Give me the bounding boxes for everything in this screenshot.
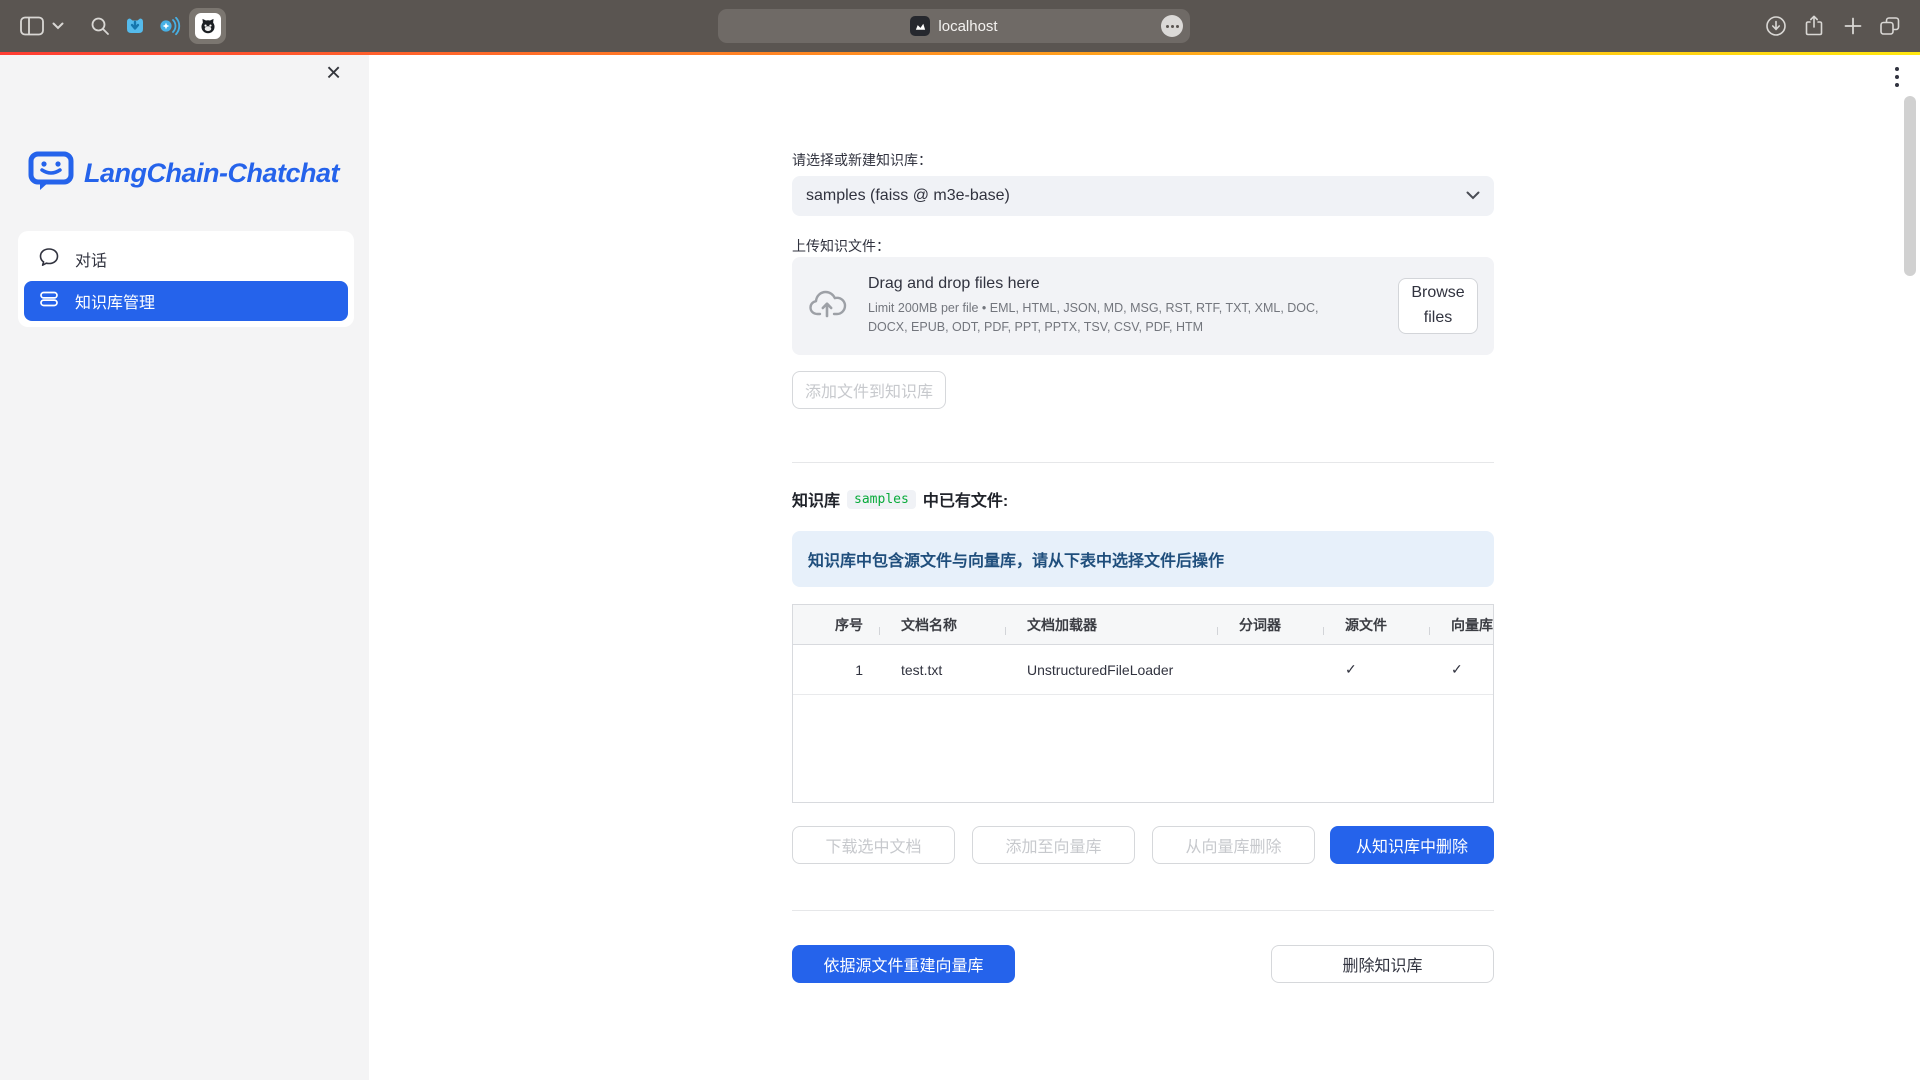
kb-heading-suffix: 中已有文件: xyxy=(923,487,1008,511)
col-header-name[interactable]: 文档名称 xyxy=(879,615,1005,635)
cell-index: 1 xyxy=(793,662,879,678)
col-header-source[interactable]: 源文件 xyxy=(1323,615,1429,635)
share-icon[interactable] xyxy=(1803,14,1825,38)
app-logo: LangChain-Chatchat xyxy=(28,149,339,198)
kb-selectbox-value: samples (faiss @ m3e-base) xyxy=(806,187,1010,205)
scrollbar-thumb[interactable] xyxy=(1904,96,1916,276)
rebuild-vector-store-button[interactable]: 依据源文件重建向量库 xyxy=(792,945,1015,983)
table-header-row: 序号 文档名称 文档加载器 分词器 源文件 向量库 xyxy=(793,605,1493,645)
delete-from-kb-button[interactable]: 从知识库中删除 xyxy=(1330,826,1494,864)
sidebar: × LangChain-Chatchat 对话 xyxy=(0,55,369,1080)
add-files-button[interactable]: 添加文件到知识库 xyxy=(792,371,946,409)
logo-text: LangChain-Chatchat xyxy=(84,158,339,189)
download-selected-button[interactable]: 下载选中文档 xyxy=(792,826,955,864)
cell-name: test.txt xyxy=(879,662,1005,678)
col-header-vector[interactable]: 向量库 xyxy=(1429,615,1493,635)
kb-heading-prefix: 知识库 xyxy=(792,487,840,511)
kb-files-table: 序号 文档名称 文档加载器 分词器 源文件 向量库 1 test.txt Uns… xyxy=(792,604,1494,803)
browser-toolbar: localhost xyxy=(0,0,1920,52)
uploader-label: 上传知识文件： xyxy=(792,236,890,256)
cloud-upload-icon xyxy=(808,287,850,326)
table-row[interactable]: 1 test.txt UnstructuredFileLoader ✓ ✓ xyxy=(793,645,1493,695)
delete-from-vector-button[interactable]: 从向量库删除 xyxy=(1152,826,1315,864)
page-options-icon[interactable] xyxy=(1161,15,1183,37)
kb-stack-icon xyxy=(38,288,60,315)
address-bar[interactable]: localhost xyxy=(718,9,1190,43)
col-header-loader[interactable]: 文档加载器 xyxy=(1005,615,1217,635)
more-options-icon[interactable] xyxy=(1891,63,1903,91)
nav-item-label: 知识库管理 xyxy=(75,289,155,313)
add-to-vector-button[interactable]: 添加至向量库 xyxy=(972,826,1135,864)
dropzone-title: Drag and drop files here xyxy=(868,275,1358,293)
nav-item-dialogue[interactable]: 对话 xyxy=(24,237,348,281)
dropzone-hint: Limit 200MB per file • EML, HTML, JSON, … xyxy=(868,299,1358,338)
col-header-index[interactable]: 序号 xyxy=(793,615,879,635)
main-content: 请选择或新建知识库： samples (faiss @ m3e-base) 上传… xyxy=(369,55,1920,1080)
kb-select-label: 请选择或新建知识库： xyxy=(792,150,932,170)
proxy-circles-icon[interactable] xyxy=(157,15,181,37)
col-header-splitter[interactable]: 分词器 xyxy=(1217,615,1323,635)
downloads-cat-icon[interactable] xyxy=(124,15,146,37)
nav-item-kb-management[interactable]: 知识库管理 xyxy=(24,281,348,321)
downloads-icon[interactable] xyxy=(1765,15,1787,37)
cell-vector-check: ✓ xyxy=(1429,661,1493,678)
delete-kb-button[interactable]: 删除知识库 xyxy=(1271,945,1494,983)
github-icon xyxy=(195,13,221,39)
file-uploader-dropzone[interactable]: Drag and drop files here Limit 200MB per… xyxy=(792,257,1494,355)
divider xyxy=(792,462,1494,463)
logo-chat-icon xyxy=(28,149,74,198)
info-banner: 知识库中包含源文件与向量库，请从下表中选择文件后操作 xyxy=(792,531,1494,587)
chat-bubble-icon xyxy=(38,246,60,273)
browse-files-button[interactable]: Browse files xyxy=(1398,278,1478,334)
kb-files-heading: 知识库 samples 中已有文件: xyxy=(792,487,1008,511)
kb-selectbox[interactable]: samples (faiss @ m3e-base) xyxy=(792,176,1494,216)
toolbar-chevron-down-icon[interactable] xyxy=(52,22,64,30)
nav-item-label: 对话 xyxy=(75,247,107,271)
nav-menu: 对话 知识库管理 xyxy=(18,231,354,327)
site-favicon xyxy=(910,16,930,36)
sidebar-toggle-icon[interactable] xyxy=(20,16,44,36)
github-tab[interactable] xyxy=(189,8,226,44)
chevron-down-icon xyxy=(1466,187,1480,205)
cell-loader: UnstructuredFileLoader xyxy=(1005,662,1217,678)
tabs-overview-icon[interactable] xyxy=(1878,15,1902,37)
divider xyxy=(792,910,1494,911)
search-icon[interactable] xyxy=(90,16,110,36)
url-text: localhost xyxy=(938,18,997,35)
sidebar-close-icon[interactable]: × xyxy=(326,59,341,85)
new-tab-icon[interactable] xyxy=(1843,16,1863,36)
kb-name-code: samples xyxy=(847,490,916,509)
cell-source-check: ✓ xyxy=(1323,661,1429,678)
